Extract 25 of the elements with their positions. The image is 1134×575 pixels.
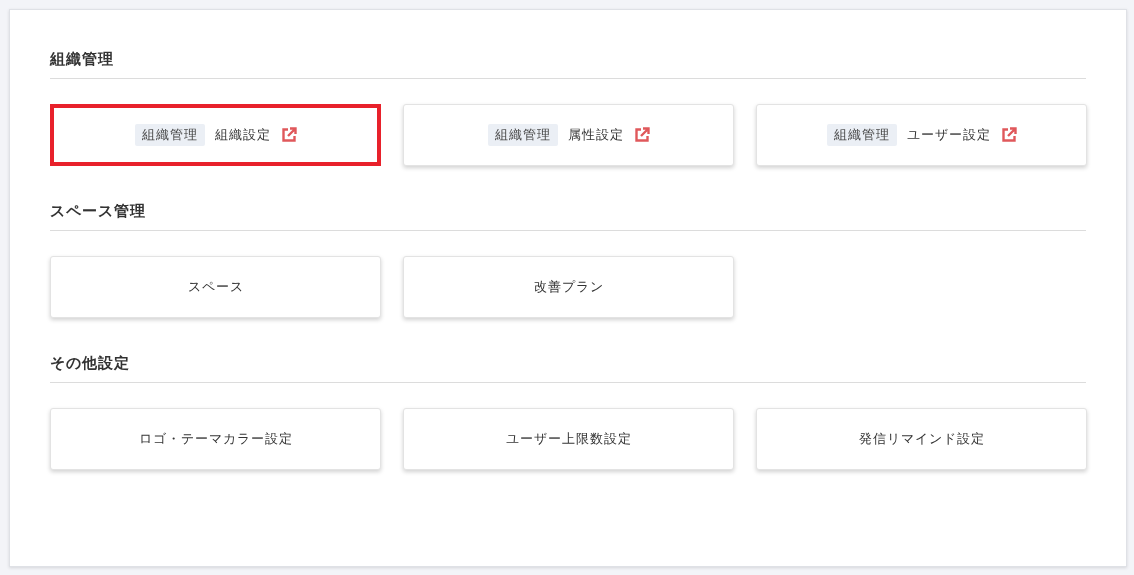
card-label: スペース — [187, 278, 244, 296]
settings-card[interactable]: 組織管理 属性設定 — [403, 104, 734, 166]
settings-card[interactable]: ロゴ・テーマカラー設定 — [50, 408, 381, 470]
card-label: 改善プラン — [533, 278, 604, 296]
card-label: 属性設定 — [567, 126, 624, 144]
external-link-icon — [633, 127, 650, 143]
section-heading: 組織管理 — [50, 50, 1086, 79]
section-heading: その他設定 — [50, 354, 1086, 383]
settings-card[interactable]: 改善プラン — [403, 256, 734, 318]
card-label: 組織設定 — [214, 126, 271, 144]
card-label: ユーザー設定 — [906, 126, 991, 144]
settings-card[interactable]: ユーザー上限数設定 — [403, 408, 734, 470]
settings-card[interactable]: 発信リマインド設定 — [756, 408, 1087, 470]
category-tag: 組織管理 — [826, 124, 897, 146]
settings-card[interactable]: 組織管理 ユーザー設定 — [756, 104, 1087, 166]
category-tag: 組織管理 — [487, 124, 558, 146]
external-link-icon — [280, 127, 297, 143]
settings-card[interactable]: 組織管理 組織設定 — [50, 104, 381, 166]
external-link-icon — [1000, 127, 1017, 143]
card-label: ユーザー上限数設定 — [505, 430, 632, 448]
settings-card[interactable]: スペース — [50, 256, 381, 318]
category-tag: 組織管理 — [134, 124, 205, 146]
section-heading: スペース管理 — [50, 202, 1086, 231]
card-label: 発信リマインド設定 — [858, 430, 985, 448]
card-label: ロゴ・テーマカラー設定 — [138, 430, 293, 448]
